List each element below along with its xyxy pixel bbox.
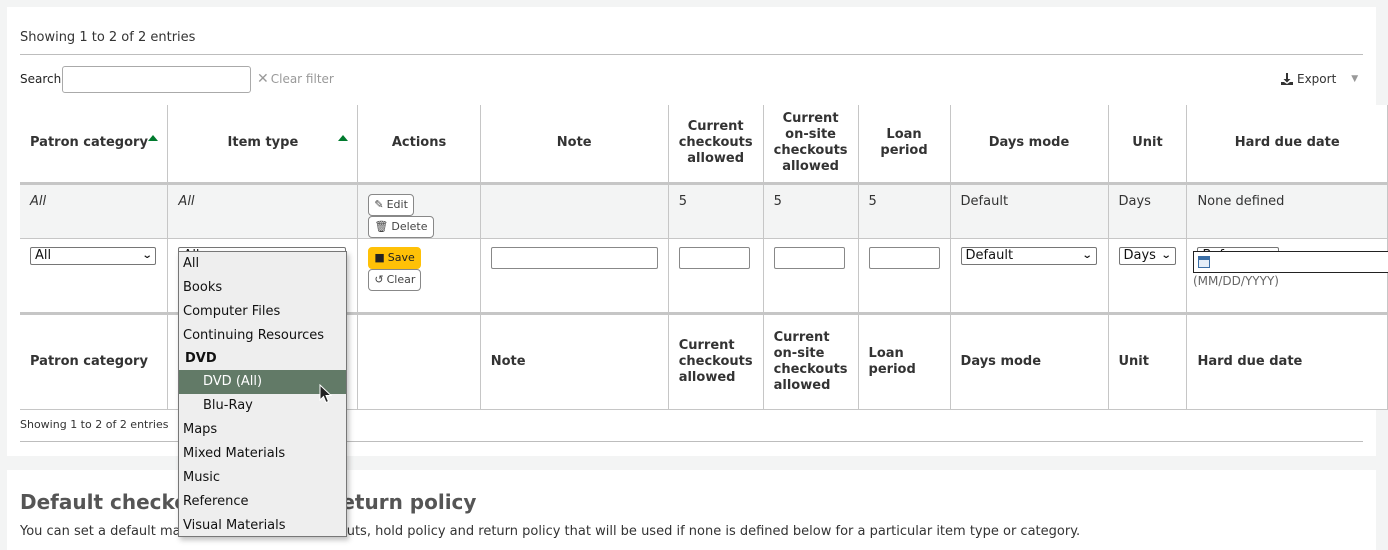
header-checkouts-allowed[interactable]: Current checkouts allowed — [667, 105, 764, 185]
header-patron-category[interactable]: Patron category — [20, 105, 169, 185]
delete-button[interactable]: 🗑 Delete — [368, 215, 434, 238]
dropdown-option[interactable]: All — [179, 252, 346, 276]
cell-edit-actions: ■ Save ↺ Clear — [357, 238, 481, 315]
days-mode-select[interactable]: Default ⌄ — [960, 246, 1097, 265]
search-input[interactable] — [62, 66, 251, 93]
patron-category-select[interactable]: All ⌄ — [30, 246, 156, 265]
footer-hard-due-date: Hard due date — [1186, 313, 1388, 410]
chevron-down-icon: ⌄ — [1081, 250, 1093, 261]
cell-checkouts-allowed: 5 — [667, 183, 764, 239]
export-label: Export — [1297, 72, 1337, 86]
edit-button[interactable]: ✎ Edit — [368, 193, 414, 216]
dropdown-optgroup: DVD — [185, 351, 217, 366]
footer-unit: Unit — [1107, 313, 1188, 410]
cell-patron-category-select: All ⌄ — [20, 238, 169, 315]
clear-filter-button[interactable]: ✕ Clear filter — [257, 72, 334, 86]
calendar-icon[interactable] — [1198, 256, 1210, 268]
header-loan-period[interactable]: Loan period — [857, 105, 951, 185]
footer-onsite-checkouts-allowed: Current on-site checkouts allowed — [762, 313, 859, 410]
sort-ascending-icon — [338, 135, 349, 141]
cell-unit-select: Days ⌄ — [1107, 238, 1188, 315]
header-hard-due-date[interactable]: Hard due date — [1186, 105, 1388, 185]
footer-note: Note — [479, 313, 669, 410]
cell-loan-period: 5 — [857, 183, 951, 239]
dropdown-option[interactable]: Mixed Materials — [179, 442, 346, 466]
footer-days-mode: Days mode — [949, 313, 1109, 410]
undo-icon: ↺ — [374, 273, 384, 286]
date-format-hint: (MM/DD/YYYY) — [1193, 274, 1279, 288]
clear-button[interactable]: ↺ Clear — [368, 268, 422, 291]
cell-item-type: All — [167, 183, 359, 239]
sort-ascending-icon — [148, 135, 159, 141]
dropdown-option[interactable]: Reference — [179, 490, 346, 514]
footer-loan-period: Loan period — [857, 313, 951, 410]
dropdown-option[interactable]: Maps — [179, 418, 346, 442]
onsite-checkouts-allowed-input[interactable] — [773, 246, 845, 269]
cell-days-mode: Default — [949, 183, 1109, 239]
mouse-cursor-icon — [319, 384, 333, 404]
cell-days-mode-select: Default ⌄ — [949, 238, 1109, 315]
footer-patron-category: Patron category — [20, 313, 169, 410]
cell-onsite-checkouts-allowed: 5 — [762, 183, 859, 239]
cell-loan-period-input — [857, 238, 951, 315]
save-button[interactable]: ■ Save — [368, 246, 421, 269]
dropdown-option[interactable]: Visual Materials — [179, 514, 346, 538]
cell-unit: Days — [1107, 183, 1188, 239]
export-button[interactable]: Export ▼ — [1280, 72, 1358, 86]
hard-due-date-input[interactable] — [1193, 251, 1388, 273]
checkouts-allowed-input[interactable] — [678, 246, 750, 269]
dropdown-option[interactable]: Books — [179, 276, 346, 300]
footer-checkouts-allowed: Current checkouts allowed — [667, 313, 764, 410]
header-item-type[interactable]: Item type — [167, 105, 359, 185]
unit-select[interactable]: Days ⌄ — [1118, 246, 1176, 265]
header-actions: Actions — [357, 105, 481, 185]
table-info-bottom: Showing 1 to 2 of 2 entries — [20, 418, 169, 431]
dropdown-option[interactable]: Music — [179, 466, 346, 490]
search-label: Search: — [20, 72, 66, 86]
clear-filter-label: Clear filter — [270, 72, 334, 86]
dropdown-option[interactable]: Continuing Resources — [179, 324, 346, 348]
table-row: All All ✎ Edit 🗑 Delete 5 5 5 Default Da… — [20, 183, 1388, 239]
chevron-down-icon: ⌄ — [1160, 250, 1172, 261]
cell-hard-due-date: None defined — [1186, 183, 1388, 239]
dropdown-option[interactable]: Computer Files — [179, 300, 346, 324]
cell-note — [479, 183, 669, 239]
trash-icon: 🗑 — [374, 220, 389, 233]
caret-down-icon[interactable]: ▼ — [1351, 74, 1358, 84]
cell-note-input — [479, 238, 669, 315]
floppy-icon: ■ — [374, 251, 385, 264]
pencil-icon: ✎ — [374, 198, 384, 211]
table-info-top: Showing 1 to 2 of 2 entries — [20, 30, 196, 45]
cell-patron-category: All — [20, 183, 169, 239]
cell-checkouts-input — [667, 238, 764, 315]
cell-onsite-input — [762, 238, 859, 315]
header-note[interactable]: Note — [479, 105, 669, 185]
footer-actions — [357, 313, 481, 410]
header-unit[interactable]: Unit — [1107, 105, 1188, 185]
header-onsite-checkouts-allowed[interactable]: Current on-site checkouts allowed — [762, 105, 859, 185]
loan-period-input[interactable] — [868, 246, 940, 269]
divider — [20, 54, 1363, 55]
cell-actions: ✎ Edit 🗑 Delete — [357, 183, 481, 239]
times-icon: ✕ — [257, 71, 269, 87]
header-days-mode[interactable]: Days mode — [949, 105, 1109, 185]
note-input[interactable] — [490, 246, 658, 269]
chevron-down-icon: ⌄ — [141, 250, 153, 261]
download-icon — [1281, 73, 1293, 85]
